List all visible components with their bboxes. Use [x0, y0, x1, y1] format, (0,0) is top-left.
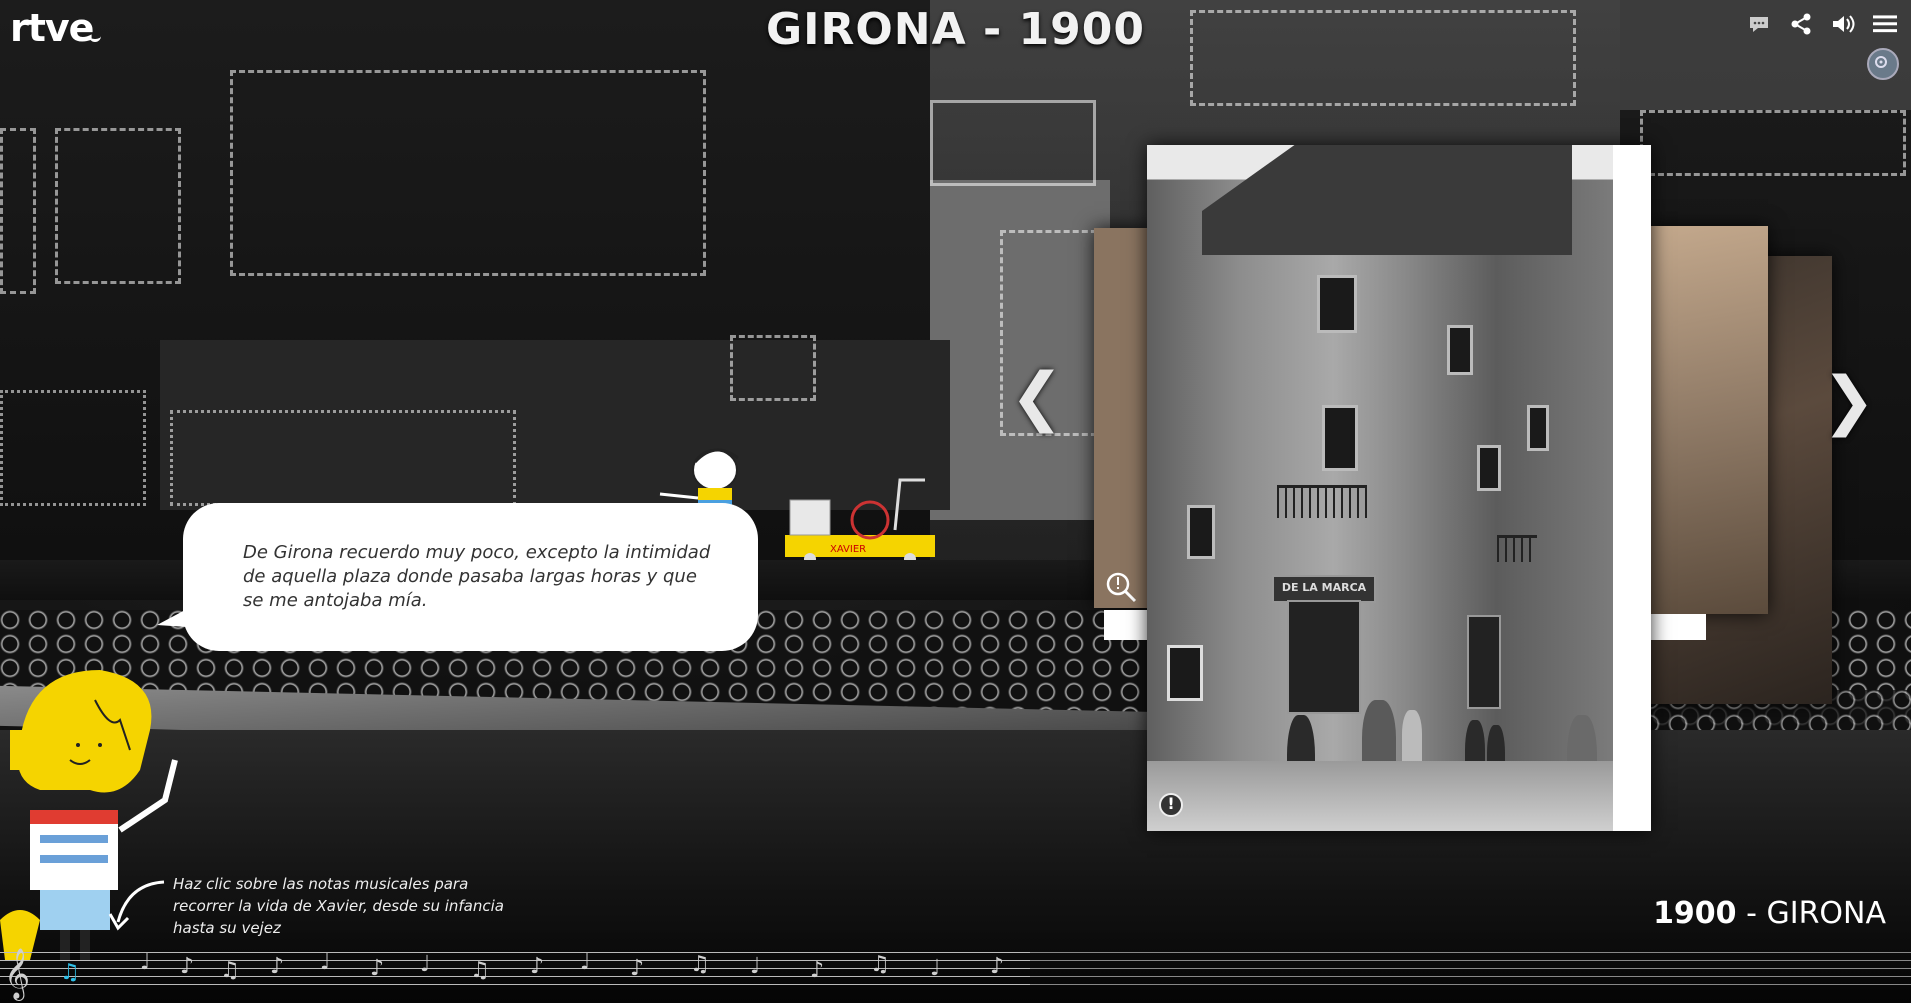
music-note[interactable]: ♪ — [990, 954, 1004, 979]
music-note[interactable]: ♪ — [180, 954, 194, 979]
year-label: 1900 — [1653, 896, 1737, 931]
window — [1187, 505, 1215, 559]
railing-outline — [0, 390, 146, 506]
balcony-railing — [930, 100, 1096, 186]
bubble-text: De Girona recuerdo muy poco, excepto la … — [243, 542, 711, 611]
window — [1322, 405, 1358, 471]
xavier-character — [0, 660, 200, 960]
music-note[interactable]: ♪ — [630, 956, 644, 981]
cart-label: XAVIER — [830, 544, 866, 555]
music-note[interactable]: ♩ — [750, 954, 760, 979]
window — [1527, 405, 1549, 451]
gallery-prev-arrow[interactable]: ❮ — [1010, 360, 1064, 434]
page-title: GIRONA - 1900 — [765, 4, 1145, 55]
music-note[interactable]: ♩ — [930, 956, 940, 981]
instruction-text: Haz clic sobre las notas musicales para … — [173, 875, 504, 937]
music-note[interactable]: ♫ — [690, 952, 710, 977]
gallery-card-current[interactable]: DE LA MARCA ! — [1147, 145, 1651, 831]
music-note[interactable]: ♪ — [810, 958, 824, 983]
music-note[interactable]: ♪ — [530, 954, 544, 979]
music-note[interactable]: ♫ — [470, 958, 490, 983]
balcony — [1497, 535, 1537, 562]
window-outline — [730, 335, 816, 401]
window-outline — [55, 128, 181, 284]
music-note[interactable]: ♫ — [870, 952, 890, 977]
railing-outline — [170, 410, 516, 506]
info-icon[interactable]: ! — [1159, 793, 1183, 817]
music-note[interactable]: ♪ — [370, 956, 384, 981]
music-note[interactable]: ♪ — [270, 954, 284, 979]
music-note[interactable]: ♩ — [580, 950, 590, 975]
city-label: GIRONA — [1766, 896, 1886, 931]
shop-sign: DE LA MARCA — [1272, 575, 1376, 603]
shop-door — [1287, 600, 1361, 714]
treble-clef-icon: 𝄞 — [4, 948, 31, 999]
building-outline — [230, 70, 706, 276]
speech-bubble-icon[interactable] — [1747, 12, 1771, 36]
timeline-staff[interactable]: 𝄞 ♫ ♩ ♪ ♫ ♪ ♩ ♪ ♩ ♫ ♪ ♩ ♪ ♫ ♩ ♪ ♫ ♩ ♪ — [0, 948, 1030, 1000]
share-icon[interactable] — [1789, 12, 1813, 36]
curved-arrow-icon — [108, 878, 168, 938]
music-note[interactable]: ♩ — [420, 952, 430, 977]
gallery-next-arrow[interactable]: ❯ — [1822, 364, 1876, 438]
shop-door — [1467, 615, 1501, 709]
music-note-current[interactable]: ♫ — [60, 960, 80, 985]
hamburger-menu-icon[interactable] — [1873, 12, 1897, 36]
timeline-staff-end — [1030, 952, 1911, 1000]
focus-target-icon[interactable] — [1867, 48, 1899, 80]
magnifier-info-icon[interactable] — [1104, 570, 1138, 608]
card-frame — [1104, 610, 1150, 640]
year-location-label: 1900 - GIRONA — [1653, 896, 1886, 931]
music-note[interactable]: ♩ — [320, 950, 330, 975]
speaker-icon[interactable] — [1831, 12, 1855, 36]
window — [1447, 325, 1473, 375]
music-note[interactable]: ♫ — [220, 958, 240, 983]
window — [1317, 275, 1357, 333]
balcony — [1277, 485, 1367, 518]
window-outline — [1640, 110, 1906, 176]
gallery-card-next[interactable] — [1650, 226, 1768, 614]
window-outline — [0, 128, 36, 294]
card-frame — [1650, 614, 1706, 640]
window — [1167, 645, 1203, 701]
speech-bubble: De Girona recuerdo muy poco, excepto la … — [157, 503, 758, 651]
music-note[interactable]: ♩ — [140, 950, 150, 975]
window — [1477, 445, 1501, 491]
historic-photo: DE LA MARCA — [1147, 145, 1613, 831]
toolbar — [1747, 12, 1897, 36]
gallery-card-prev[interactable] — [1094, 228, 1154, 608]
